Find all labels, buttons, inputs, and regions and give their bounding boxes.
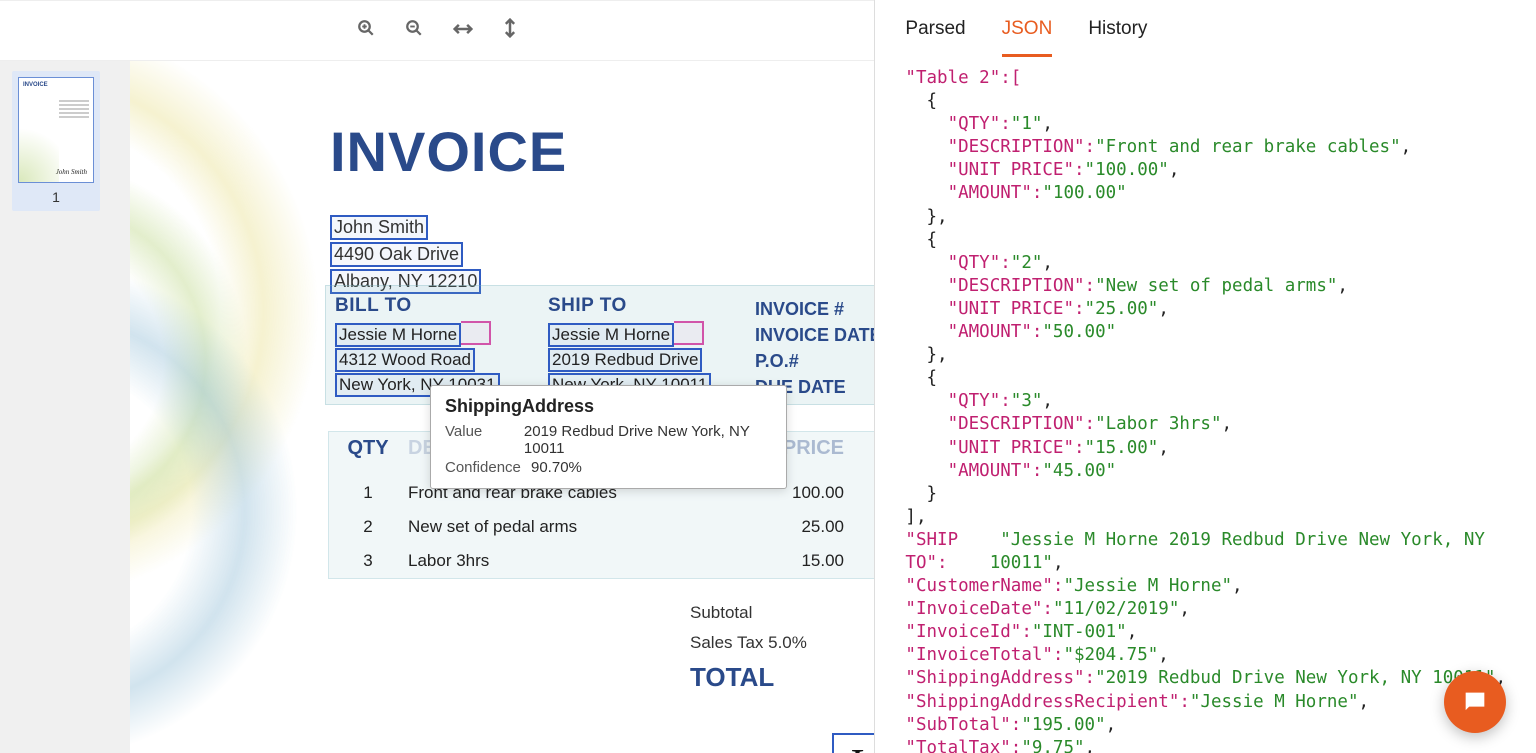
chat-icon (1461, 688, 1489, 716)
bill-to-label: BILL TO (335, 295, 535, 317)
pdf-toolbar (0, 0, 874, 61)
invoice-title: INVOICE (330, 119, 567, 184)
thumbnail-strip: John Smith 1 (0, 61, 130, 753)
invoice-date-label: INVOICE DATE (755, 325, 874, 346)
vendor-block: John Smith 4490 Oak Drive Albany, NY 122… (330, 213, 481, 296)
field-tooltip: ShippingAddress Value2019 Redbud Drive N… (430, 385, 787, 489)
ship-to-line1[interactable]: 2019 Redbud Drive (548, 348, 702, 372)
fit-height-icon[interactable] (503, 18, 517, 43)
table-row: 2 New set of pedal arms 25.00 50.00 (328, 517, 874, 537)
subtotal-label: Subtotal (690, 603, 752, 623)
col-qty: QTY (328, 437, 408, 460)
chat-fab[interactable] (1444, 671, 1506, 733)
ship-to-name[interactable]: Jessie M Horne (548, 323, 674, 347)
tax-label: Sales Tax 5.0% (690, 633, 807, 653)
zoom-out-icon[interactable] (405, 19, 423, 42)
vendor-address-line1[interactable]: 4490 Oak Drive (330, 242, 463, 267)
fit-width-icon[interactable] (453, 20, 473, 41)
tooltip-title: ShippingAddress (445, 396, 772, 417)
tooltip-value: 2019 Redbud Drive New York, NY 10011 (524, 423, 772, 457)
po-label: P.O.# (755, 351, 799, 372)
tab-history[interactable]: History (1088, 18, 1147, 57)
bill-to-line1[interactable]: 4312 Wood Road (335, 348, 475, 372)
tab-json[interactable]: JSON (1002, 18, 1053, 57)
bill-to-name[interactable]: Jessie M Horne (335, 323, 461, 347)
signature-field[interactable]: John Smith (832, 733, 874, 753)
document-canvas[interactable]: INVOICE John Smith 4490 Oak Drive Albany… (130, 61, 874, 753)
json-output[interactable]: "Table 2":[ { "QTY":"1", "DESCRIPTION":"… (875, 57, 1536, 753)
table-row: 3 Labor 3hrs 15.00 45.00 (328, 551, 874, 571)
vendor-name[interactable]: John Smith (330, 215, 428, 240)
total-label: TOTAL (690, 662, 774, 693)
zoom-in-icon[interactable] (357, 19, 375, 42)
thumbnail-page-number: 1 (18, 189, 94, 205)
results-tabs: Parsed JSON History (875, 0, 1536, 57)
col-amount: AMOUNT (844, 437, 874, 460)
tooltip-confidence: 90.70% (531, 459, 582, 476)
page-thumbnail-1[interactable]: John Smith 1 (12, 71, 100, 211)
ship-to-label: SHIP TO (548, 295, 748, 317)
invoice-no-label: INVOICE # (755, 299, 844, 320)
tab-parsed[interactable]: Parsed (905, 18, 965, 57)
